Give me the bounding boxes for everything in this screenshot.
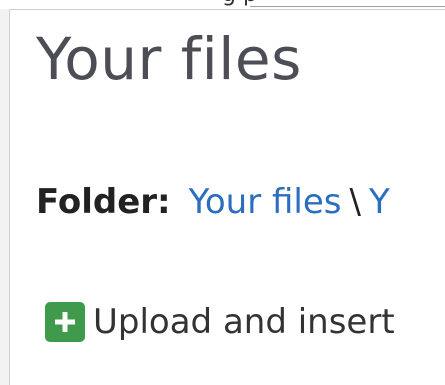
- breadcrumb-next-item[interactable]: Y: [369, 182, 390, 222]
- top-strip-underline: [250, 6, 445, 7]
- plus-icon: [45, 302, 85, 342]
- file-picker-dialog: Your files Folder: Your files \ Y Upload an…: [9, 9, 445, 385]
- page-title: Your files: [36, 25, 302, 93]
- upload-and-insert-button[interactable]: Upload and insert: [45, 302, 395, 342]
- breadcrumb: Folder: Your files \ Y: [36, 182, 390, 222]
- breadcrumb-label: Folder:: [36, 182, 171, 222]
- breadcrumb-link-your-files[interactable]: Your files: [189, 182, 342, 222]
- upload-and-insert-label: Upload and insert: [93, 302, 395, 342]
- top-strip: g p: [0, 0, 445, 9]
- breadcrumb-separator: \: [349, 182, 361, 222]
- screen: g p Your files Folder:Your files\Y Uploa…: [0, 0, 445, 385]
- plus-glyph: [55, 312, 75, 332]
